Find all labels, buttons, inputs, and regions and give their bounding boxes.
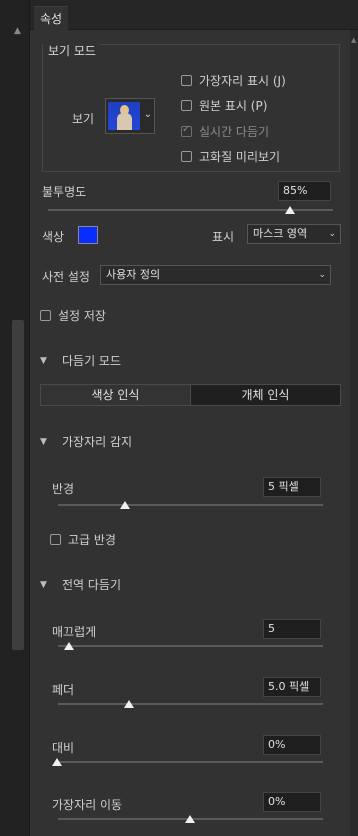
properties-panel: 속성 ▲ 보기 모드 보기 ⌄ 가장자리 표시 (J) 원본 표시 (P) 실시… <box>30 0 358 836</box>
panel-tab-bar: 속성 <box>30 0 358 30</box>
chevron-down-icon: ▼ <box>40 436 47 447</box>
tab-properties[interactable]: 속성 <box>34 6 69 30</box>
contrast-slider-handle[interactable] <box>52 758 62 766</box>
smooth-label: 매끄럽게 <box>52 625 97 639</box>
preset-value: 사용자 정의 <box>106 268 161 281</box>
radius-slider-handle[interactable] <box>120 501 130 509</box>
chevron-down-icon: ⌄ <box>318 270 326 280</box>
show-edge-label: 가장자리 표시 (J) <box>199 74 286 88</box>
edge-detection-header[interactable]: ▼ 가장자리 감지 <box>40 433 132 450</box>
display-value: 마스크 영역 <box>253 227 308 240</box>
display-dropdown[interactable]: 마스크 영역 ⌄ <box>247 224 341 244</box>
smooth-slider-handle[interactable] <box>64 642 74 650</box>
save-settings-option[interactable]: 설정 저장 <box>40 307 106 324</box>
realtime-refine-label: 실시간 다듬기 <box>199 125 270 139</box>
object-aware-button[interactable]: 개체 인식 <box>191 385 340 405</box>
radius-slider-track[interactable] <box>58 504 323 506</box>
shift-edge-slider-handle[interactable] <box>185 815 195 823</box>
smooth-input[interactable]: 5 <box>263 619 321 639</box>
color-label: 색상 <box>42 230 65 244</box>
color-aware-button[interactable]: 색상 인식 <box>41 385 191 405</box>
global-refinements-header[interactable]: ▼ 전역 다듬기 <box>40 576 121 593</box>
show-edge-checkbox[interactable] <box>181 75 192 86</box>
realtime-refine-option[interactable]: 실시간 다듬기 <box>181 123 269 140</box>
contrast-slider-track[interactable] <box>58 761 323 763</box>
save-settings-checkbox[interactable] <box>40 310 51 321</box>
realtime-refine-checkbox[interactable] <box>181 124 192 137</box>
smart-radius-option[interactable]: 고급 반경 <box>50 531 116 548</box>
color-swatch[interactable] <box>78 226 98 244</box>
radius-label: 반경 <box>52 482 75 496</box>
show-original-checkbox[interactable] <box>181 100 192 111</box>
show-original-label: 원본 표시 (P) <box>199 99 268 113</box>
preset-dropdown[interactable]: 사용자 정의 ⌄ <box>100 265 331 285</box>
hq-preview-label: 고화질 미리보기 <box>199 150 281 164</box>
feather-input[interactable]: 5.0 픽셀 <box>263 677 321 697</box>
panel-scrollbar[interactable]: ▲ <box>350 30 358 836</box>
left-dock-strip: ▲ <box>0 0 30 836</box>
show-original-option[interactable]: 원본 표시 (P) <box>181 97 267 114</box>
smooth-slider-track[interactable] <box>58 645 323 647</box>
feather-slider-handle[interactable] <box>124 700 134 708</box>
radius-input[interactable]: 5 픽셀 <box>263 477 321 497</box>
refine-mode-header[interactable]: ▼ 다듬기 모드 <box>40 352 121 369</box>
contrast-label: 대비 <box>52 741 75 755</box>
view-label: 보기 <box>72 112 95 126</box>
scroll-up-icon[interactable]: ▲ <box>351 36 356 44</box>
display-label: 표시 <box>212 230 235 244</box>
feather-slider-track[interactable] <box>58 703 323 705</box>
chevron-down-icon: ▼ <box>40 579 47 590</box>
edge-detection-title: 가장자리 감지 <box>62 435 133 449</box>
view-mode-picker[interactable]: ⌄ <box>105 98 155 134</box>
save-settings-label: 설정 저장 <box>58 309 106 323</box>
smart-radius-label: 고급 반경 <box>68 533 116 547</box>
contrast-input[interactable]: 0% <box>263 735 321 755</box>
shift-edge-input[interactable]: 0% <box>263 792 321 812</box>
refine-mode-title: 다듬기 모드 <box>62 354 122 368</box>
view-mode-title: 보기 모드 <box>44 42 100 59</box>
smart-radius-checkbox[interactable] <box>50 534 61 545</box>
opacity-input[interactable]: 85% <box>278 181 331 201</box>
hq-preview-checkbox[interactable] <box>181 151 192 162</box>
chevron-down-icon: ⌄ <box>328 229 336 239</box>
dock-scrollbar[interactable] <box>12 320 24 650</box>
feather-label: 페더 <box>52 683 75 697</box>
view-thumbnail <box>108 102 140 130</box>
global-refinements-title: 전역 다듬기 <box>62 578 122 592</box>
chevron-down-icon: ⌄ <box>143 109 152 120</box>
opacity-label: 불투명도 <box>42 185 87 199</box>
preset-label: 사전 설정 <box>42 270 90 284</box>
opacity-slider-handle[interactable] <box>285 206 296 214</box>
hq-preview-option[interactable]: 고화질 미리보기 <box>181 148 280 165</box>
chevron-down-icon: ▼ <box>40 355 47 366</box>
collapse-arrow-icon[interactable]: ▲ <box>14 26 21 36</box>
shift-edge-label: 가장자리 이동 <box>52 798 123 812</box>
show-edge-option[interactable]: 가장자리 표시 (J) <box>181 72 286 89</box>
refine-mode-segmented-control: 색상 인식 개체 인식 <box>40 384 341 406</box>
